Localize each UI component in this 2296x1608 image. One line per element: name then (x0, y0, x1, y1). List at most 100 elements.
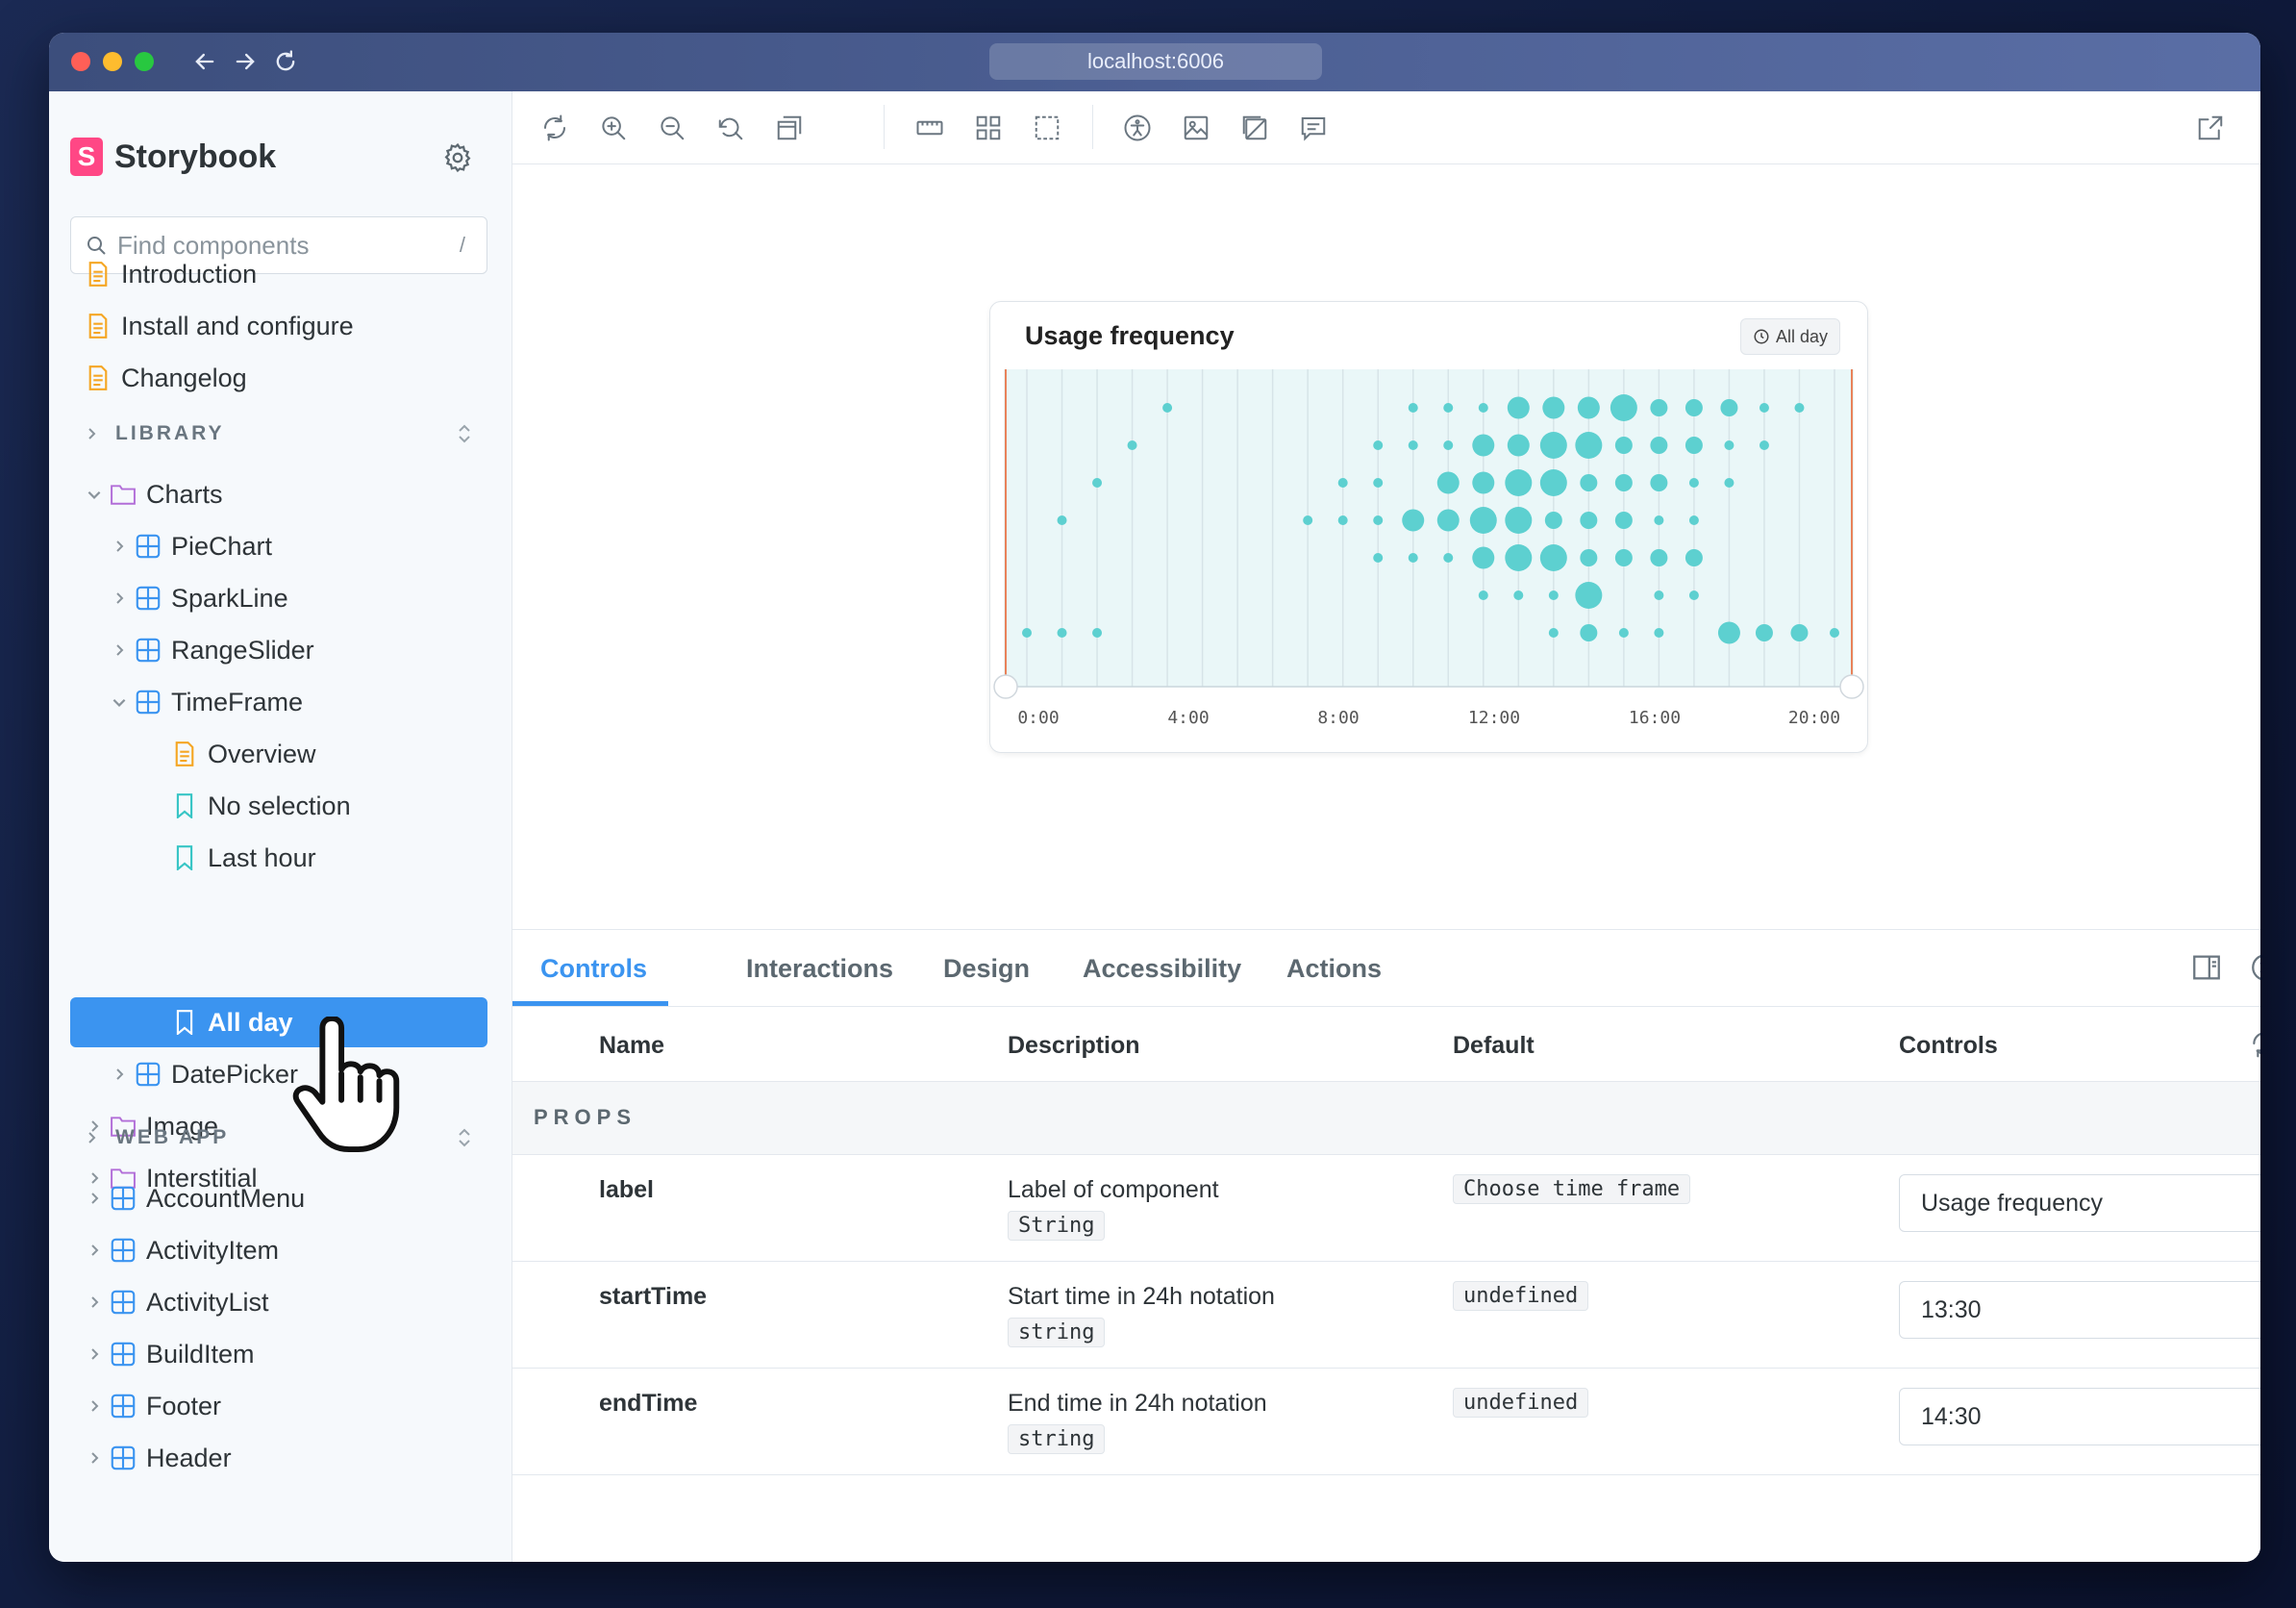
sidebar-item-activitylist[interactable]: ActivityList (86, 1279, 269, 1325)
close-panel-icon[interactable] (2249, 951, 2260, 984)
prop-default: undefined (1453, 1388, 1589, 1418)
prop-default: Choose time frame (1453, 1174, 1691, 1204)
all-day-chip[interactable]: All day (1739, 318, 1840, 355)
column-description: Description (1008, 1032, 1140, 1059)
data-point (1548, 628, 1559, 638)
gear-icon[interactable] (441, 141, 474, 174)
data-point (1472, 471, 1495, 494)
prop-name: label (599, 1176, 654, 1203)
data-point (1614, 437, 1633, 454)
data-point (1685, 437, 1703, 454)
reset-zoom-icon[interactable] (713, 111, 748, 145)
back-arrow-icon[interactable] (187, 44, 222, 79)
sidebar-item-accountmenu[interactable]: AccountMenu (86, 1175, 305, 1221)
sidebar-item-rangeslider[interactable]: RangeSlider (111, 627, 314, 673)
expand-collapse-icon[interactable] (455, 422, 474, 445)
chevron-right-icon (111, 641, 128, 659)
sidebar-item-piechart[interactable]: PieChart (111, 523, 272, 569)
compare-image-icon[interactable] (1237, 111, 1272, 145)
minimize-window-button[interactable] (103, 52, 122, 71)
zoom-window-button[interactable] (135, 52, 154, 71)
chevron-right-icon (86, 1294, 103, 1311)
open-new-tab-icon[interactable] (2193, 111, 2228, 145)
table-row: endTime End time in 24h notation string … (512, 1369, 2260, 1475)
outline-icon[interactable] (1030, 111, 1064, 145)
column-name: Name (599, 1032, 665, 1059)
sidebar-item-all-day[interactable]: All day (172, 999, 293, 1045)
image-icon[interactable] (1179, 111, 1213, 145)
brand[interactable]: S Storybook (70, 138, 276, 176)
start-time-control-input[interactable] (1899, 1281, 2260, 1339)
data-point (1688, 478, 1699, 488)
folder-icon (111, 482, 136, 507)
prop-description: Label of component (1008, 1176, 1219, 1203)
sidebar-folder-charts[interactable]: Charts (86, 471, 223, 517)
expand-collapse-icon[interactable] (455, 1126, 474, 1149)
zoom-in-icon[interactable] (596, 111, 631, 145)
data-point (1478, 590, 1488, 600)
accessibility-icon[interactable] (1120, 111, 1155, 145)
grid-icon[interactable] (971, 111, 1006, 145)
sidebar-item-overview[interactable]: Overview (172, 731, 316, 777)
brand-name: Storybook (114, 138, 277, 175)
range-start-handle[interactable] (993, 674, 1018, 699)
sidebar-item-no-selection[interactable]: No selection (172, 783, 351, 829)
sidebar: S Storybook / Introduction Install and c… (49, 91, 512, 1562)
label-control-input[interactable] (1899, 1174, 2260, 1232)
reset-controls-icon[interactable] (2249, 1028, 2260, 1059)
title-bar: localhost:6006 (49, 33, 2260, 91)
tab-accessibility[interactable]: Accessibility (1083, 930, 1241, 1007)
sidebar-item-last-hour[interactable]: Last hour (172, 835, 316, 881)
sidebar-item-footer[interactable]: Footer (86, 1383, 221, 1429)
chart-card: Usage frequency All day 0:00 4:00 8:00 12:0… (989, 301, 1868, 753)
sidebar-item-builditem[interactable]: BuildItem (86, 1331, 255, 1377)
search-shortcut: / (459, 233, 465, 257)
tab-controls[interactable]: Controls (540, 930, 647, 1007)
data-point (1478, 403, 1488, 413)
remount-icon[interactable] (537, 111, 572, 145)
zoom-out-icon[interactable] (655, 111, 689, 145)
background-icon[interactable] (772, 111, 807, 145)
section-library[interactable]: LIBRARY (83, 415, 512, 453)
close-window-button[interactable] (71, 52, 90, 71)
hand-cursor-icon (292, 1017, 400, 1153)
range-end-handle[interactable] (1839, 674, 1864, 699)
toolbar-divider (1092, 105, 1093, 149)
data-point (1650, 399, 1668, 416)
end-time-control-input[interactable] (1899, 1388, 2260, 1445)
address-bar[interactable]: localhost:6006 (989, 43, 1322, 80)
viewport-icon[interactable] (912, 111, 947, 145)
data-point (1717, 621, 1740, 644)
tab-interactions[interactable]: Interactions (746, 930, 893, 1007)
sidebar-item-header[interactable]: Header (86, 1435, 232, 1481)
usage-frequency-chart[interactable]: 0:00 4:00 8:00 12:00 16:00 20:00 (990, 369, 1869, 749)
sidebar-item-introduction[interactable]: Introduction (86, 251, 257, 297)
data-point (1408, 440, 1418, 450)
addons-panel: Controls Interactions Design Accessibili… (512, 929, 2260, 1562)
panel-layout-icon[interactable] (2190, 951, 2223, 984)
sidebar-item-timeframe[interactable]: TimeFrame (111, 679, 303, 725)
data-point (1685, 399, 1703, 416)
sidebar-item-changelog[interactable]: Changelog (86, 355, 247, 401)
data-point (1618, 628, 1629, 638)
data-point (1580, 549, 1598, 566)
data-point (1337, 478, 1348, 488)
sidebar-item-activityitem[interactable]: ActivityItem (86, 1227, 279, 1273)
sidebar-item-install[interactable]: Install and configure (86, 303, 354, 349)
forward-arrow-icon[interactable] (228, 44, 262, 79)
data-point (1830, 628, 1839, 638)
data-point (1654, 628, 1664, 638)
sidebar-item-datepicker[interactable]: DatePicker (111, 1051, 298, 1097)
component-icon (136, 586, 161, 611)
tab-design[interactable]: Design (943, 930, 1030, 1007)
reload-icon[interactable] (268, 44, 303, 79)
data-point (1755, 624, 1773, 641)
tab-actions[interactable]: Actions (1286, 930, 1382, 1007)
comment-icon[interactable] (1296, 111, 1331, 145)
data-point (1539, 469, 1567, 496)
data-point (1022, 628, 1032, 638)
data-point (1724, 440, 1734, 450)
sidebar-item-label: Install and configure (121, 311, 354, 340)
sidebar-item-sparkline[interactable]: SparkLine (111, 575, 288, 621)
bookmark-icon (172, 845, 197, 870)
